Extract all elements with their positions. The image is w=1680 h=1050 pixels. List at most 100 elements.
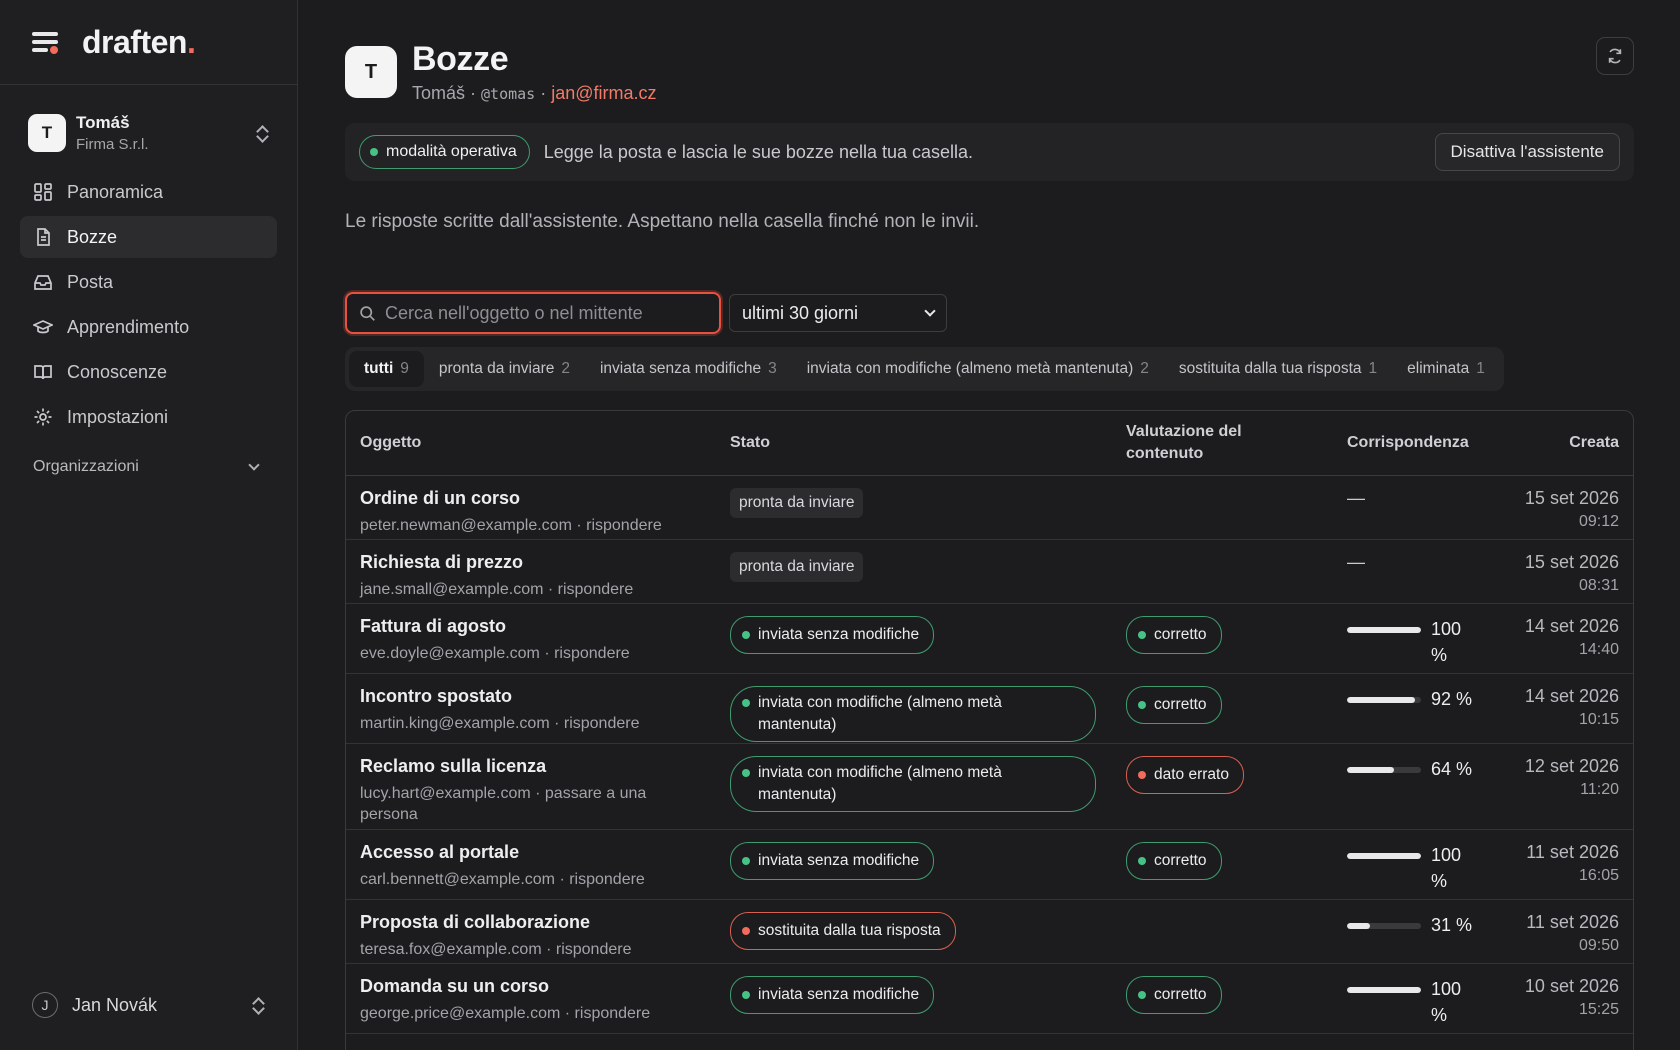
page-header: T Bozze Tomáš · @tomas · jan@firma.cz [345, 40, 657, 104]
period-select[interactable]: ultimi 30 giorni [729, 294, 947, 332]
draft-sender: jane.small@example.com · rispondere [360, 580, 634, 598]
draft-date: 14 set 2026 [1524, 615, 1619, 636]
sidebar-item-panoramica[interactable]: Panoramica [20, 171, 277, 213]
deactivate-assistant-button[interactable]: Disattiva l'assistente [1434, 133, 1620, 171]
match-indicator: 64 % [1347, 756, 1489, 782]
organizations-label: Organizzazioni [33, 458, 139, 475]
match-indicator: 92 % [1347, 686, 1489, 712]
status-badge: sostituita dalla tua risposta [730, 911, 956, 950]
table-row[interactable]: Reclamo sulla licenza lucy.hart@example.… [346, 743, 1633, 830]
match-progress-bar [1347, 696, 1421, 703]
draft-sender: eve.doyle@example.com · rispondere [360, 644, 630, 662]
status-dot-icon [1138, 770, 1146, 779]
filter-tab-sent-unchanged[interactable]: inviata senza modifiche 3 [585, 351, 792, 387]
filter-tab-replaced[interactable]: sostituita dalla tua risposta 1 [1164, 351, 1392, 387]
match-progress-bar [1347, 766, 1421, 773]
column-header-rating[interactable]: Valutazione del contenuto [1112, 411, 1333, 476]
match-progress-fill [1347, 766, 1395, 773]
draft-status-cell: sostituita dalla tua risposta [716, 899, 1112, 964]
chevron-down-icon [248, 459, 260, 471]
page-avatar: T [345, 46, 397, 98]
draft-rating-cell: corretto [1112, 603, 1333, 674]
rating-badge: dato errato [1126, 755, 1244, 794]
draft-status-cell: inviata con modifiche (almeno metà mante… [716, 673, 1112, 744]
table-row[interactable]: Incontro spostato martin.king@example.co… [346, 673, 1633, 744]
column-header-status[interactable]: Stato [716, 411, 1112, 476]
draft-rating-cell [1112, 539, 1333, 604]
draft-rating-cell [1112, 475, 1333, 540]
status-dot-icon [1138, 990, 1146, 999]
gear-icon [33, 407, 53, 427]
draft-date: 10 set 2026 [1524, 975, 1619, 996]
sidebar-item-label: Panoramica [67, 181, 164, 202]
sidebar-item-apprendimento[interactable]: Apprendimento [20, 306, 277, 348]
status-dot-icon [1138, 856, 1146, 865]
table-header-row: Oggetto Stato Valutazione del contenuto … [346, 411, 1633, 476]
table-row[interactable]: Domanda su un corso george.price@example… [346, 963, 1633, 1034]
rating-badge: corretto [1126, 975, 1222, 1014]
draft-subject: Reclamo sulla licenza [360, 755, 547, 776]
draft-sender: peter.newman@example.com · rispondere [360, 516, 662, 534]
search-input[interactable] [385, 302, 705, 324]
draft-rating-cell: corretto [1112, 829, 1333, 900]
table-row[interactable]: Ordine di un corso peter.newman@example.… [346, 475, 1633, 540]
status-badge: inviata senza modifiche [730, 841, 935, 880]
graduation-cap-icon [33, 317, 53, 337]
draft-subject: Incontro spostato [360, 685, 512, 706]
table-row[interactable]: Richiesta di prezzo jane.small@example.c… [346, 539, 1633, 604]
filter-tab-sent-modified[interactable]: inviata con modifiche (almeno metà mante… [792, 351, 1164, 387]
match-percent: 100 % [1431, 978, 1462, 1025]
rating-badge: corretto [1126, 685, 1222, 724]
match-progress-fill [1347, 852, 1421, 859]
sidebar-item-conoscenze[interactable]: Conoscenze [20, 351, 277, 393]
menu-icon[interactable] [32, 30, 60, 54]
match-indicator: 100 % [1347, 842, 1489, 894]
table-row[interactable]: Accesso al portale carl.bennett@example.… [346, 829, 1633, 900]
draft-rating-cell [1112, 899, 1333, 964]
status-dot-icon [742, 856, 750, 865]
table-row[interactable]: Fattura di agosto eve.doyle@example.com … [346, 603, 1633, 674]
sidebar-item-label: Conoscenze [67, 361, 168, 382]
table-row[interactable]: Proposta di collaborazione teresa.fox@ex… [346, 899, 1633, 964]
filter-tab-deleted[interactable]: eliminata 1 [1392, 351, 1500, 387]
draft-subject: Proposta di collaborazione [360, 911, 591, 932]
brand-logo: draften. [82, 23, 196, 60]
match-empty: — [1347, 487, 1365, 508]
organizations-toggle[interactable]: Organizzazioni [20, 452, 277, 482]
status-dot-icon [742, 990, 750, 999]
mode-description: Legge la posta e lascia le sue bozze nel… [543, 141, 974, 162]
draft-date: 14 set 2026 [1524, 685, 1619, 706]
account-switcher[interactable]: T Tomáš Firma S.r.l. [20, 101, 277, 165]
status-dot-icon [1138, 700, 1146, 709]
sidebar: draften. T Tomáš Firma S.r.l. Panoramica… [0, 0, 298, 1050]
match-progress-bar [1347, 922, 1421, 929]
draft-sender: martin.king@example.com · rispondere [360, 714, 640, 732]
match-indicator: 100 % [1347, 616, 1489, 668]
user-avatar: J [32, 992, 58, 1018]
match-percent: 100 % [1431, 618, 1462, 665]
column-header-match[interactable]: Corrispondenza [1333, 411, 1503, 476]
filter-tab-all[interactable]: tutti 9 [349, 351, 424, 387]
sidebar-item-posta[interactable]: Posta [20, 261, 277, 303]
user-handle: @tomas [481, 85, 536, 103]
draft-status-cell: inviata con modifiche (almeno metà mante… [716, 743, 1112, 830]
draft-sender: teresa.fox@example.com · rispondere [360, 940, 632, 958]
draft-date: 15 set 2026 [1524, 487, 1619, 508]
draft-time: 11:20 [1580, 780, 1619, 798]
assistant-mode-bar: modalità operativa Legge la posta e lasc… [345, 123, 1634, 181]
draft-match-cell: 31 % [1333, 899, 1503, 964]
search-field[interactable] [345, 292, 721, 334]
match-progress-bar [1347, 986, 1421, 993]
draft-subject: Fattura di agosto [360, 615, 507, 636]
user-name: Jan Novák [72, 994, 158, 1015]
user-menu[interactable]: J Jan Novák [20, 980, 277, 1030]
filter-tab-ready[interactable]: pronta da inviare 2 [424, 351, 585, 387]
draft-match-cell: — [1333, 475, 1503, 540]
status-dot-icon [742, 630, 750, 639]
column-header-subject[interactable]: Oggetto [346, 411, 716, 476]
sidebar-item-bozze[interactable]: Bozze [20, 216, 277, 258]
sidebar-item-impostazioni[interactable]: Impostazioni [20, 396, 277, 438]
column-header-created[interactable]: Creata [1503, 411, 1633, 476]
dashboard-icon [33, 182, 53, 202]
refresh-button[interactable] [1596, 37, 1634, 75]
